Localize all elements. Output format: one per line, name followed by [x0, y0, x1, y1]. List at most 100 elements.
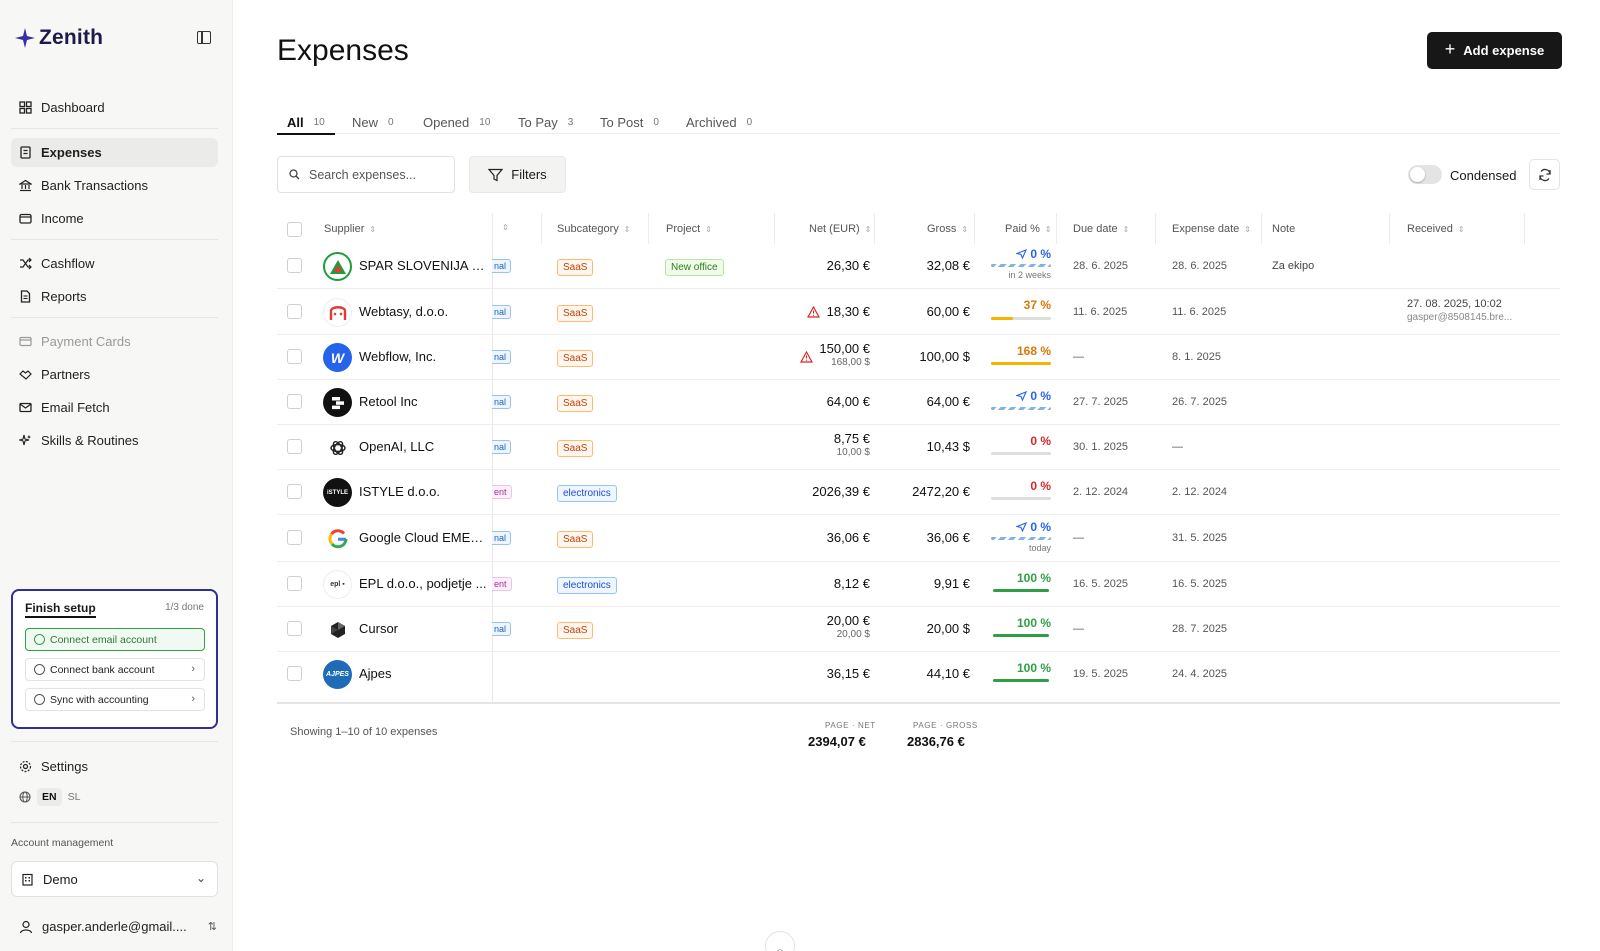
supplier-name[interactable]: Webtasy, d.o.o. [359, 304, 489, 319]
col-net[interactable]: Net (EUR) ⇕ [809, 223, 871, 235]
expense-date: 16. 5. 2025 [1172, 578, 1228, 590]
nav-payment-cards[interactable]: Payment Cards [11, 327, 218, 356]
row-checkbox[interactable] [287, 304, 302, 319]
col-expense-date[interactable]: Expense date ⇕ [1172, 223, 1251, 235]
app-name: Zenith [39, 26, 104, 49]
nav-skills-routines[interactable]: Skills & Routines [11, 426, 218, 455]
setup-step-email[interactable]: Connect email account [25, 628, 205, 651]
nav-partners[interactable]: Partners [11, 360, 218, 389]
row-checkbox[interactable] [287, 439, 302, 454]
table-row[interactable]: Cursor nal SaaS 20,00 €20,00 $ 20,00 $ 1… [277, 607, 1560, 652]
col-due-date[interactable]: Due date ⇕ [1073, 223, 1129, 235]
sidebar-toggle-icon[interactable] [197, 31, 211, 44]
subcategory-badge: electronics [557, 577, 617, 594]
row-checkbox[interactable] [287, 621, 302, 636]
net-amount: 64,00 € [826, 394, 870, 409]
divider [11, 239, 218, 240]
table-row[interactable]: SPAR SLOVENIJA d.... nal SaaS New office… [277, 244, 1560, 289]
cursor-logo-icon [323, 615, 352, 644]
sort-icon: ⇕ [1122, 224, 1130, 234]
supplier-name[interactable]: Google Cloud EMEA... [359, 530, 489, 545]
refresh-button[interactable] [1529, 159, 1560, 190]
nav-cashflow[interactable]: Cashflow [11, 249, 218, 278]
table-row[interactable]: Webtasy, d.o.o. nal SaaS 18,30 € 60,00 €… [277, 289, 1560, 335]
lang-en[interactable]: EN [37, 788, 62, 806]
tab-to-pay[interactable]: To Pay 3 [518, 111, 573, 133]
col-gross[interactable]: Gross ⇕ [927, 223, 968, 235]
row-checkbox[interactable] [287, 258, 302, 273]
col-project[interactable]: Project ⇕ [666, 223, 712, 235]
nav-bank-transactions[interactable]: Bank Transactions [11, 171, 218, 200]
row-checkbox[interactable] [287, 530, 302, 545]
filters-button[interactable]: Filters [469, 156, 566, 193]
condensed-toggle[interactable] [1408, 165, 1442, 184]
col-subcategory[interactable]: Subcategory ⇕ [557, 223, 630, 235]
supplier-name[interactable]: EPL d.o.o., podjetje ... [359, 576, 489, 591]
ajpes-logo-icon: AJPES [323, 660, 352, 689]
gross-amount: 44,10 € [926, 666, 970, 681]
supplier-name[interactable]: SPAR SLOVENIJA d.... [359, 258, 489, 273]
workspace-select[interactable]: Demo ⌄ [11, 861, 218, 897]
col-note[interactable]: Note [1272, 223, 1295, 235]
nav-expenses[interactable]: Expenses [11, 138, 218, 167]
category-badge: ent [492, 577, 512, 591]
language-switcher: EN SL [19, 788, 80, 806]
table-row[interactable]: AJPES Ajpes 36,15 € 44,10 € 100 % 19. 5.… [277, 652, 1560, 700]
credit-card-icon [19, 336, 32, 347]
tab-all[interactable]: All 10 [277, 111, 335, 135]
refresh-icon [1538, 168, 1551, 181]
supplier-name[interactable]: Ajpes [359, 666, 489, 681]
table-row[interactable]: Retool Inc nal SaaS 64,00 € 64,00 € 0 % … [277, 380, 1560, 425]
nav-dashboard[interactable]: Dashboard [11, 93, 218, 122]
lang-sl[interactable]: SL [68, 791, 81, 803]
row-checkbox[interactable] [287, 576, 302, 591]
table-row[interactable]: OpenAI, LLC nal SaaS 8,75 €10,00 $ 10,43… [277, 425, 1560, 470]
send-icon [1015, 249, 1028, 260]
nav-reports[interactable]: Reports [11, 282, 218, 311]
app-logo[interactable]: Zenith [14, 26, 103, 50]
add-expense-button[interactable]: + Add expense [1427, 32, 1562, 69]
tab-archived[interactable]: Archived 0 [686, 111, 752, 133]
nav-label: Skills & Routines [41, 433, 139, 448]
row-checkbox[interactable] [287, 484, 302, 499]
col-received[interactable]: Received ⇕ [1407, 223, 1465, 235]
nav-settings[interactable]: Settings [11, 752, 218, 781]
select-all-checkbox[interactable] [287, 222, 302, 237]
scroll-up-button[interactable]: ︿ [765, 931, 795, 951]
col-category[interactable]: ⇕ [502, 223, 509, 232]
table-row[interactable]: Google Cloud EMEA... nal SaaS 36,06 € 36… [277, 515, 1560, 562]
tab-opened[interactable]: Opened 10 [423, 111, 490, 133]
table-row[interactable]: iSTYLE ISTYLE d.o.o. ent electronics 202… [277, 470, 1560, 515]
row-checkbox[interactable] [287, 394, 302, 409]
search-input[interactable] [309, 167, 439, 182]
row-checkbox[interactable] [287, 666, 302, 681]
net-original-currency: 20,00 $ [836, 629, 870, 640]
supplier-name[interactable]: OpenAI, LLC [359, 439, 489, 454]
page-title: Expenses [277, 34, 409, 67]
table-row[interactable]: W Webflow, Inc. nal SaaS 150,00 €168,00 … [277, 335, 1560, 380]
nav-email-fetch[interactable]: Email Fetch [11, 393, 218, 422]
setup-step-accounting[interactable]: Sync with accounting › [25, 688, 205, 711]
tab-to-post[interactable]: To Post 0 [600, 111, 659, 133]
row-checkbox[interactable] [287, 349, 302, 364]
col-supplier[interactable]: Supplier ⇕ [324, 223, 376, 235]
col-paid[interactable]: Paid % ⇕ [1005, 223, 1052, 235]
supplier-name[interactable]: Cursor [359, 621, 489, 636]
setup-step-bank[interactable]: Connect bank account › [25, 658, 205, 681]
supplier-name[interactable]: ISTYLE d.o.o. [359, 484, 489, 499]
tab-count: 10 [479, 116, 491, 128]
nav-label: Bank Transactions [41, 178, 148, 193]
supplier-name[interactable]: Retool Inc [359, 394, 489, 409]
send-icon [1015, 391, 1028, 402]
supplier-name[interactable]: Webflow, Inc. [359, 349, 489, 364]
search-field[interactable] [277, 156, 455, 193]
net-amount: 8,75 €10,00 $ [833, 431, 870, 458]
table-footer: Showing 1–10 of 10 expenses PAGE · NET 2… [277, 702, 1560, 762]
status-tabs: All 10 New 0 Opened 10 To Pay 3 To Post 0 Arc… [277, 103, 1560, 135]
table-row[interactable]: epl ▪ EPL d.o.o., podjetje ... ent elect… [277, 562, 1560, 607]
due-date: — [1073, 351, 1084, 363]
nav-income[interactable]: Income [11, 204, 218, 233]
user-menu[interactable]: gasper.anderle@gmail.... ⇅ [19, 919, 217, 934]
tab-new[interactable]: New 0 [352, 111, 394, 133]
paid-percent: 100 % [1016, 661, 1051, 675]
